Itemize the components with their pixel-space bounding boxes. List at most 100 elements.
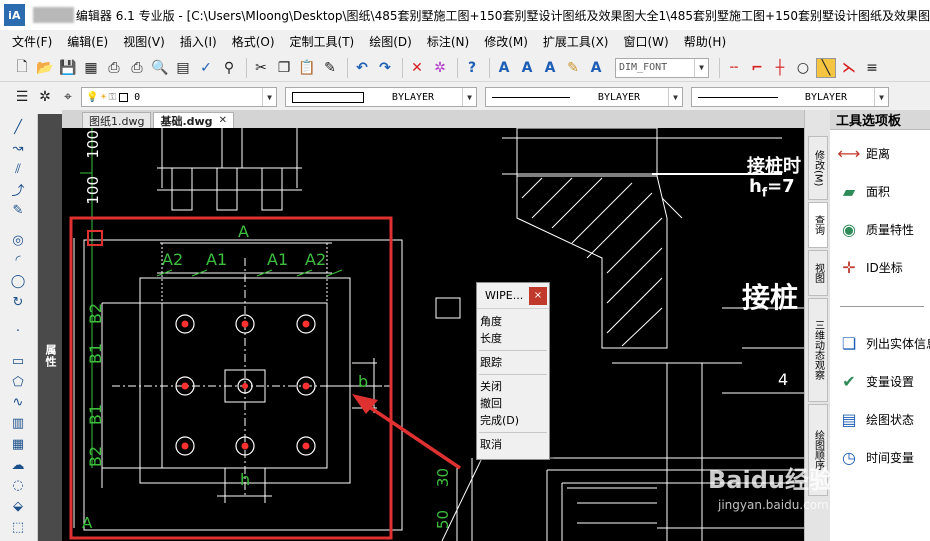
ctx-item-track[interactable]: 跟踪 xyxy=(477,354,549,371)
polyline-icon[interactable]: ⌐ xyxy=(747,58,767,78)
close-icon[interactable]: × xyxy=(529,286,547,305)
vtab-3d-orbit[interactable]: 三维动态观察 xyxy=(808,298,828,402)
sun-icon[interactable]: ☀ xyxy=(100,92,106,103)
block-icon[interactable]: ⬙ xyxy=(7,497,29,517)
find-icon[interactable]: ⚲ xyxy=(219,58,239,78)
publish-icon[interactable]: ▤ xyxy=(173,58,193,78)
palette-item-area[interactable]: ▰ 面积 xyxy=(834,176,890,206)
layer-state-icon[interactable]: ✲ xyxy=(35,87,55,107)
extend-icon[interactable]: ≡ xyxy=(862,58,882,78)
tab-foundation[interactable]: 基础.dwg ✕ xyxy=(153,112,234,128)
mline-icon[interactable]: ⫽ xyxy=(7,159,29,179)
delete-icon[interactable]: ✕ xyxy=(407,58,427,78)
text-style-select[interactable]: DIM_FONT ▼ xyxy=(615,57,709,78)
menu-insert[interactable]: 插入(I) xyxy=(180,33,217,50)
menu-help[interactable]: 帮助(H) xyxy=(684,33,726,50)
save-icon[interactable]: 💾 xyxy=(58,58,78,78)
bulb-icon[interactable]: 💡 xyxy=(86,92,98,103)
insert-block-icon[interactable]: ⬚ xyxy=(7,517,29,537)
chevron-down-icon[interactable]: ▼ xyxy=(874,88,888,106)
scale-text-icon[interactable]: A xyxy=(586,58,606,78)
drawing-canvas[interactable]: A A2 A1 A1 A2 B2 B1 B1 B2 b h A 100 100 … xyxy=(62,128,804,541)
boundary-icon[interactable]: ☁ xyxy=(7,455,29,475)
vtab-view[interactable]: 视图 xyxy=(808,250,828,296)
menu-dimension[interactable]: 标注(N) xyxy=(427,33,469,50)
single-text-icon[interactable]: A xyxy=(517,58,537,78)
multi-text-icon[interactable]: A xyxy=(540,58,560,78)
paste-icon[interactable]: 📋 xyxy=(297,58,317,78)
chevron-down-icon[interactable]: ▼ xyxy=(262,88,276,106)
wipeout-icon[interactable]: ◌ xyxy=(7,476,29,496)
chevron-down-icon[interactable]: ▼ xyxy=(668,88,682,106)
line-icon[interactable]: ╱ xyxy=(7,118,29,138)
lock-icon[interactable]: ⚿ xyxy=(108,92,116,103)
preview-icon[interactable]: 🔍 xyxy=(150,58,170,78)
chevron-down-icon[interactable]: ▼ xyxy=(694,58,708,77)
cut-icon[interactable]: ✂ xyxy=(251,58,271,78)
trim-icon[interactable]: ⋋ xyxy=(839,58,859,78)
copy-icon[interactable]: ❐ xyxy=(274,58,294,78)
palette-item-setvar[interactable]: ✔ 变量设置 xyxy=(834,366,914,396)
menu-window[interactable]: 窗口(W) xyxy=(624,33,669,50)
circle-icon[interactable]: ○ xyxy=(793,58,813,78)
point-icon[interactable]: · xyxy=(7,322,29,342)
undo-icon[interactable]: ↶ xyxy=(352,58,372,78)
ctx-item-undo[interactable]: 撤回 xyxy=(477,395,549,412)
ctx-item-angle[interactable]: 角度 xyxy=(477,313,549,330)
vtab-modify[interactable]: 修改(M) xyxy=(808,136,828,200)
menu-edit[interactable]: 编辑(E) xyxy=(67,33,108,50)
menu-view[interactable]: 视图(V) xyxy=(123,33,165,50)
chevron-down-icon[interactable]: ▼ xyxy=(462,88,476,106)
xref-icon[interactable]: ✲ xyxy=(430,58,450,78)
rectangle-icon[interactable]: ▭ xyxy=(7,352,29,372)
palette-item-time[interactable]: ◷ 时间变量 xyxy=(834,442,914,472)
saveas-icon[interactable]: ▦ xyxy=(81,58,101,78)
circle-icon[interactable]: ◎ xyxy=(7,230,29,250)
tab-drawing1[interactable]: 图纸1.dwg xyxy=(82,112,152,128)
open-icon[interactable]: 📂 xyxy=(35,58,55,78)
layer-previous-icon[interactable]: ⌖ xyxy=(58,87,78,107)
linetype-select[interactable]: BYLAYER ▼ xyxy=(485,87,683,107)
revcloud-icon[interactable]: ↻ xyxy=(7,293,29,313)
help-icon[interactable]: ? xyxy=(462,58,482,78)
ctx-item-close[interactable]: 关闭 xyxy=(477,378,549,395)
menu-modify[interactable]: 修改(M) xyxy=(484,33,528,50)
properties-panel-tab[interactable]: 属性 xyxy=(38,114,62,541)
close-icon[interactable]: ✕ xyxy=(219,115,227,126)
layer-select[interactable]: 💡 ☀ ⚿ 0 ▼ xyxy=(81,87,277,107)
spell-icon[interactable]: ✓ xyxy=(196,58,216,78)
text-style-icon[interactable]: A xyxy=(494,58,514,78)
palette-item-distance[interactable]: ⟷ 距离 xyxy=(834,138,890,168)
ctx-item-done[interactable]: 完成(D) xyxy=(477,412,549,429)
polyline-icon[interactable]: ↝ xyxy=(7,139,29,159)
hatch-icon[interactable]: ▦ xyxy=(7,434,29,454)
ctx-item-cancel[interactable]: 取消 xyxy=(477,436,549,453)
edit-text-icon[interactable]: ✎ xyxy=(563,58,583,78)
menu-file[interactable]: 文件(F) xyxy=(12,33,52,50)
palette-item-list[interactable]: ❏ 列出实体信息 xyxy=(834,328,930,358)
color-select[interactable]: BYLAYER ▼ xyxy=(285,87,477,107)
ray-icon[interactable]: ╲ xyxy=(816,57,836,78)
xline-icon[interactable]: ┼ xyxy=(770,58,790,78)
layer-manager-icon[interactable]: ☰ xyxy=(12,87,32,107)
spline-icon[interactable]: ∿ xyxy=(7,393,29,413)
arc-line-icon[interactable]: ⤴ xyxy=(7,180,29,200)
palette-item-status[interactable]: ▤ 绘图状态 xyxy=(834,404,914,434)
region-icon[interactable]: ▥ xyxy=(7,414,29,434)
new-icon[interactable]: 🗋 xyxy=(12,58,32,78)
arc-icon[interactable]: ◜ xyxy=(7,251,29,271)
line-icon[interactable]: ╌ xyxy=(724,58,744,78)
polygon-icon[interactable]: ⬠ xyxy=(7,372,29,392)
sketch-icon[interactable]: ✎ xyxy=(7,201,29,221)
plot-icon[interactable]: ⎙ xyxy=(127,58,147,78)
donut-icon[interactable]: ◯ xyxy=(7,272,29,292)
vtab-inquiry[interactable]: 查询 xyxy=(808,202,828,248)
lineweight-select[interactable]: BYLAYER ▼ xyxy=(691,87,889,107)
menu-format[interactable]: 格式(O) xyxy=(232,33,275,50)
ctx-item-length[interactable]: 长度 xyxy=(477,330,549,347)
palette-item-id-point[interactable]: ✛ ID坐标 xyxy=(834,252,902,282)
palette-item-mass-properties[interactable]: ◉ 质量特性 xyxy=(834,214,914,244)
print-icon[interactable]: ⎙ xyxy=(104,58,124,78)
menu-custom-tools[interactable]: 定制工具(T) xyxy=(290,33,355,50)
menu-draw[interactable]: 绘图(D) xyxy=(369,33,412,50)
